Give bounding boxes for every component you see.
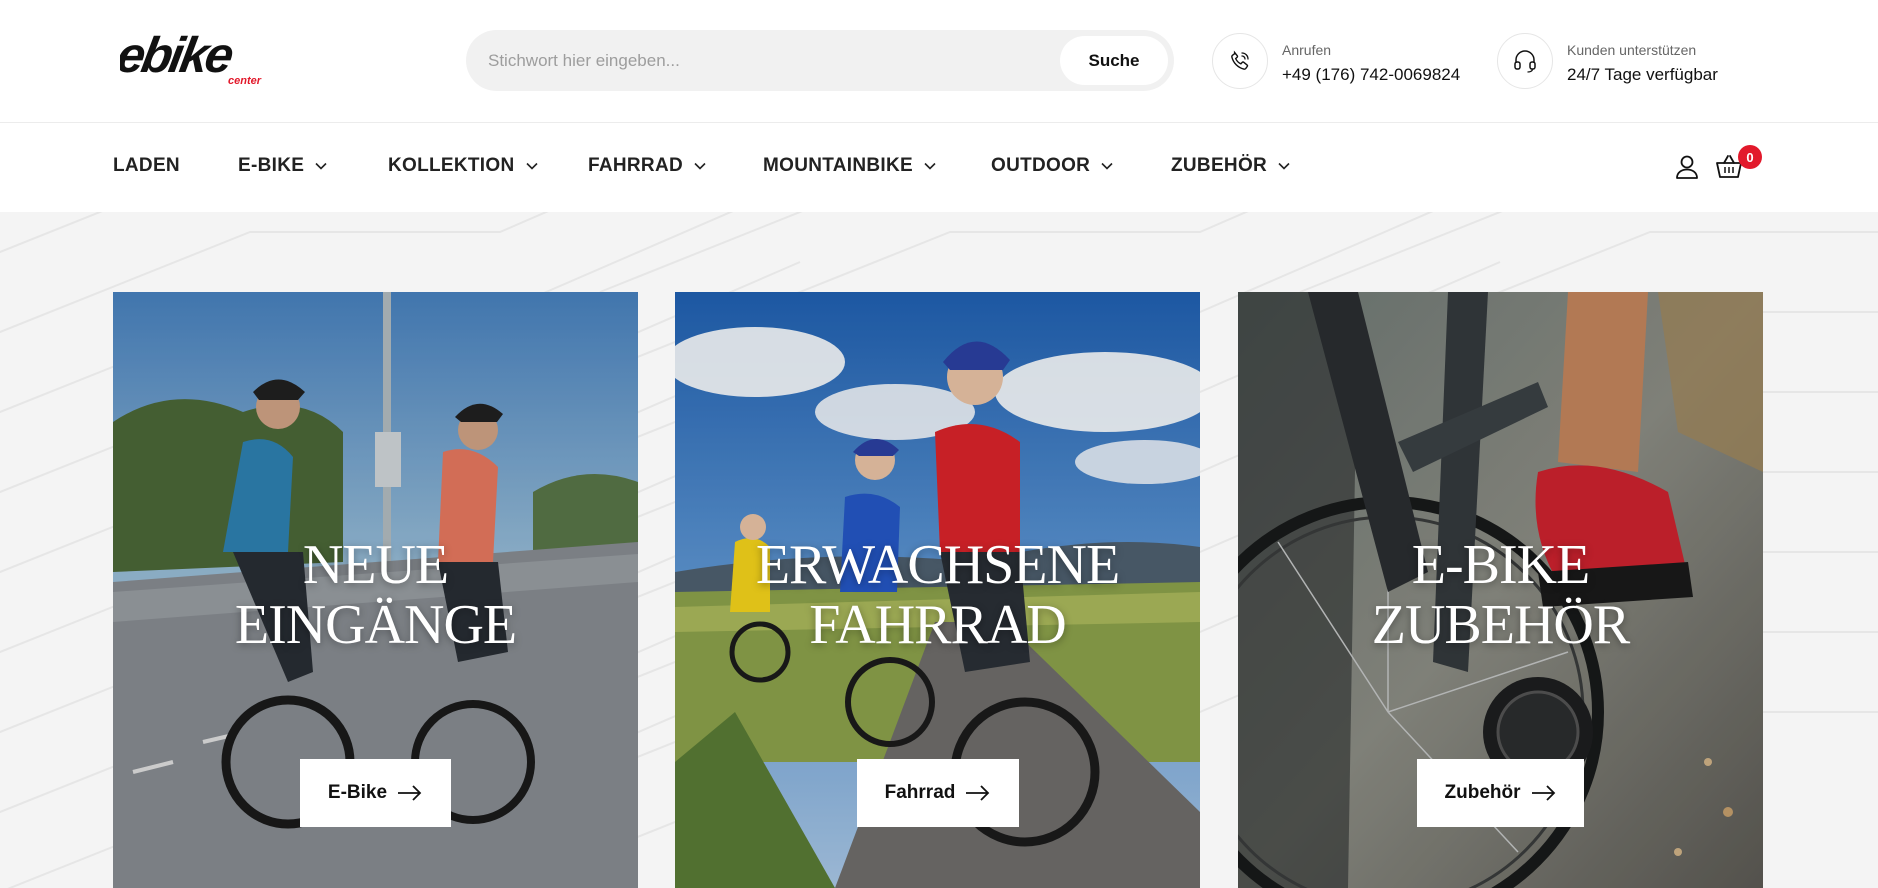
nav-item-label: MOUNTAINBIKE [763, 155, 913, 176]
logo-graphic: ebike center [113, 26, 264, 87]
card-title-line: FAHRRAD [809, 594, 1066, 656]
call-contact[interactable]: Anrufen +49 (176) 742-0069824 [1212, 33, 1472, 91]
support-contact: Kunden unterstützen 24/7 Tage verfügbar [1497, 33, 1737, 91]
e-bike-button[interactable]: E-Bike [300, 759, 451, 827]
chevron-down-icon [525, 162, 538, 170]
card-title: NEUE EINGÄNGE [113, 535, 638, 655]
fahrrad-button[interactable]: Fahrrad [857, 759, 1019, 827]
nav-item-zubehoer[interactable]: ZUBEHÖR [1171, 155, 1291, 177]
main-navigation: LADEN E-BIKE KOLLEKTION FAHRRAD MOUNTAIN… [0, 124, 1878, 212]
search-input[interactable] [488, 30, 1008, 91]
card-title: E-BIKE ZUBEHÖR [1238, 535, 1763, 655]
nav-item-mountainbike[interactable]: MOUNTAINBIKE [763, 155, 937, 177]
nav-item-kollektion[interactable]: KOLLEKTION [388, 155, 539, 177]
nav-item-e-bike[interactable]: E-BIKE [238, 155, 328, 177]
zubehoer-button[interactable]: Zubehör [1417, 759, 1584, 827]
nav-item-label: KOLLEKTION [388, 155, 515, 176]
nav-item-laden[interactable]: LADEN [113, 155, 180, 177]
arrow-right-icon [966, 785, 990, 801]
category-card-adult-bikes[interactable]: ERWACHSENE FAHRRAD Fahrrad [675, 292, 1200, 888]
phone-icon-circle [1212, 33, 1268, 89]
site-header: ebike center Suche Anrufen +49 (176) 742… [0, 0, 1878, 123]
search-button[interactable]: Suche [1060, 36, 1168, 85]
category-hero: NEUE EINGÄNGE E-Bike ERWACHSENE FAHRRAD … [0, 212, 1878, 888]
button-label: Fahrrad [884, 782, 956, 803]
chevron-down-icon [1101, 162, 1113, 170]
user-icon[interactable] [1672, 152, 1702, 182]
card-title-line: NEUE [302, 534, 449, 596]
chevron-down-icon [924, 162, 936, 170]
card-title-line: EINGÄNGE [234, 594, 517, 656]
ebike-center-logo[interactable]: ebike center [113, 26, 270, 94]
nav-item-label: E-BIKE [238, 155, 305, 176]
cart-count-badge: 0 [1738, 145, 1762, 169]
phone-icon [1231, 50, 1249, 70]
chevron-down-icon [315, 162, 327, 170]
call-phone-number[interactable]: +49 (176) 742-0069824 [1282, 65, 1460, 85]
logo-subtext: center [228, 75, 262, 87]
arrow-right-icon [398, 785, 422, 801]
support-availability: 24/7 Tage verfügbar [1567, 65, 1718, 84]
card-title-line: ZUBEHÖR [1371, 594, 1630, 656]
call-label: Anrufen [1282, 42, 1332, 58]
button-label: Zubehör [1444, 782, 1521, 803]
support-label: Kunden unterstützen [1567, 42, 1697, 58]
nav-item-label: OUTDOOR [991, 155, 1091, 176]
arrow-right-icon [1531, 785, 1555, 801]
card-title-line: ERWACHSENE [755, 534, 1120, 596]
category-card-new-arrivals[interactable]: NEUE EINGÄNGE E-Bike [113, 292, 638, 888]
card-title: ERWACHSENE FAHRRAD [675, 535, 1200, 655]
headset-icon-circle [1497, 33, 1553, 89]
nav-item-outdoor[interactable]: OUTDOOR [991, 155, 1114, 177]
nav-item-label: ZUBEHÖR [1171, 155, 1268, 176]
card-title-line: E-BIKE [1411, 534, 1591, 596]
chevron-down-icon [1278, 162, 1290, 170]
nav-item-fahrrad[interactable]: FAHRRAD [588, 155, 707, 177]
chevron-down-icon [694, 162, 706, 170]
headset-icon [1514, 50, 1536, 73]
category-card-accessories[interactable]: E-BIKE ZUBEHÖR Zubehör [1238, 292, 1763, 888]
button-label: E-Bike [327, 782, 388, 803]
nav-item-label: LADEN [113, 155, 180, 176]
nav-item-label: FAHRRAD [588, 155, 683, 176]
search-bar: Suche [466, 30, 1174, 91]
logo-wordmark: ebike [120, 30, 237, 83]
